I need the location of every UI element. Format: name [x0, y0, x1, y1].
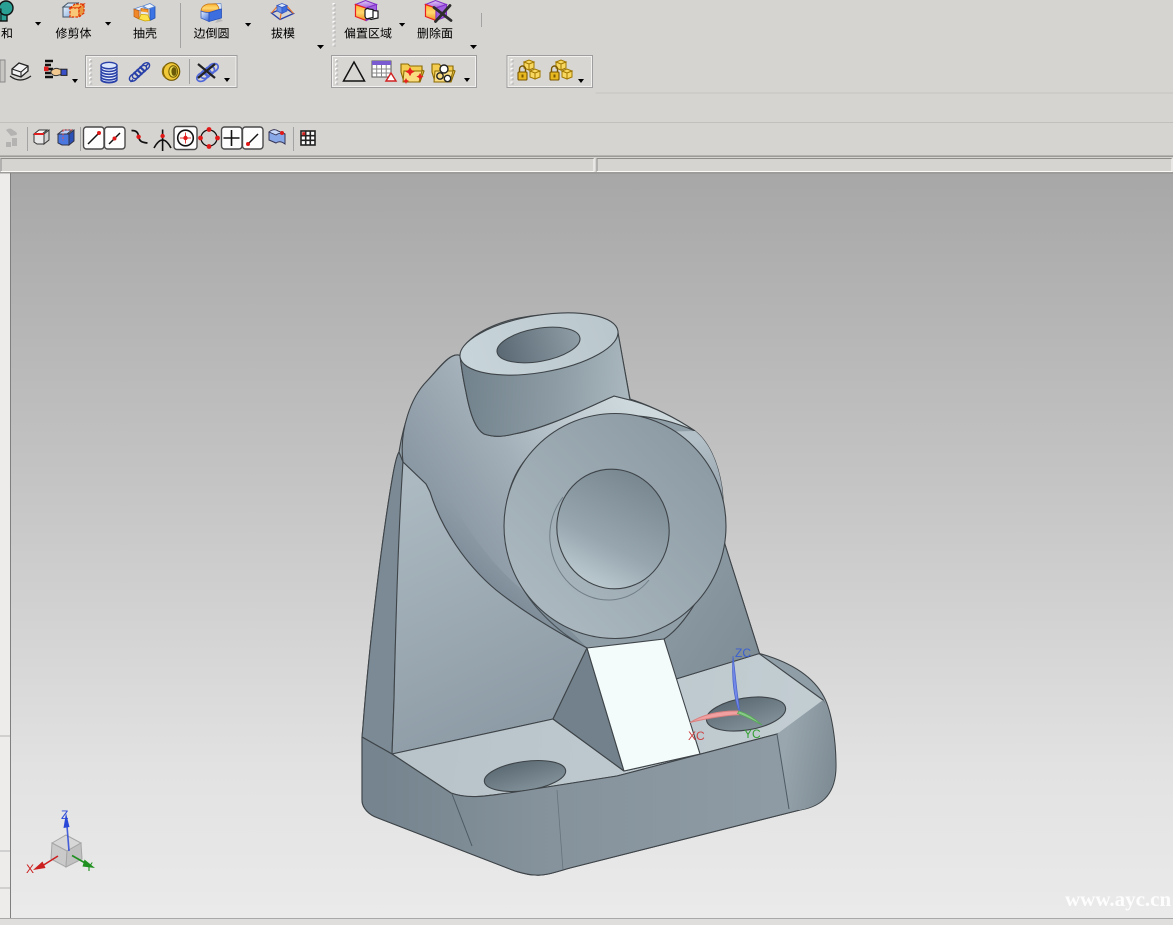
svg-text:XC: XC — [688, 729, 705, 743]
svg-text:Z: Z — [61, 808, 68, 822]
svg-text:www.ayc.cn: www.ayc.cn — [1065, 887, 1171, 911]
svg-text:YC: YC — [744, 727, 761, 741]
svg-text:ZC: ZC — [735, 646, 751, 660]
svg-text:Y: Y — [85, 860, 93, 874]
svg-text:X: X — [26, 862, 34, 876]
